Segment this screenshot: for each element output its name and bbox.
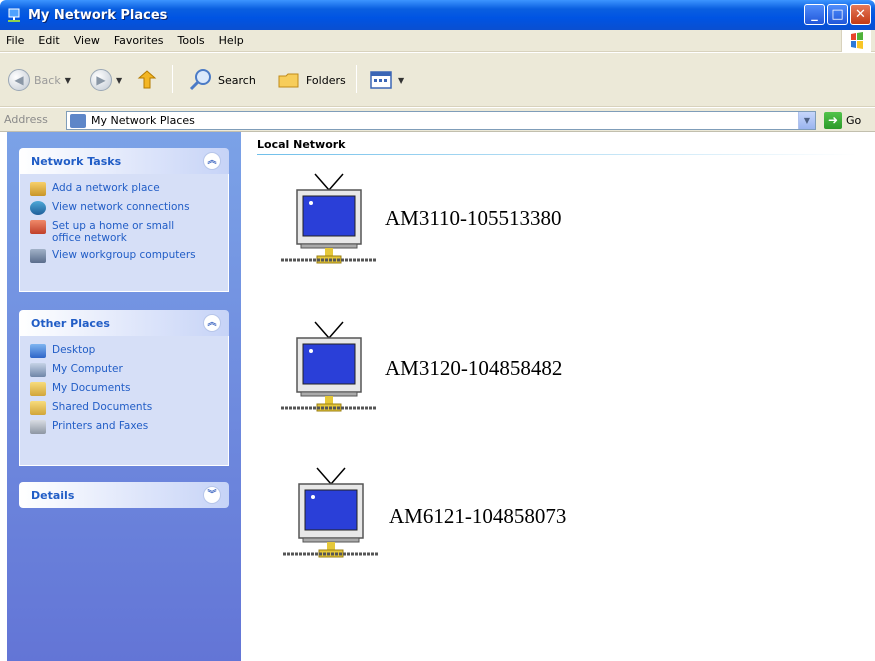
content-area: Local Network AM3110-105513380 AM3120-10…	[241, 132, 875, 661]
task-add-network-place[interactable]: Add a network place	[30, 182, 220, 196]
task-label[interactable]: View network connections	[52, 201, 190, 213]
minimize-icon[interactable]: _	[804, 4, 825, 25]
place-label[interactable]: Shared Documents	[52, 401, 152, 413]
window-title: My Network Places	[28, 7, 168, 23]
toolbar-separator	[356, 65, 357, 93]
back-button[interactable]: ◀ Back ▼	[8, 67, 71, 93]
chevron-down-icon[interactable]: ▼	[798, 112, 815, 129]
windows-logo-icon	[841, 30, 871, 52]
network-tasks-title: Network Tasks	[31, 154, 122, 168]
chevron-down-icon[interactable]: ▼	[116, 76, 122, 85]
folders-button[interactable]: Folders	[276, 67, 346, 93]
views-icon	[370, 71, 392, 89]
menu-bar: File Edit View Favorites Tools Help	[0, 30, 875, 52]
menu-file[interactable]: File	[6, 34, 24, 47]
task-label[interactable]: Add a network place	[52, 182, 160, 194]
details-header[interactable]: Details ︾	[19, 482, 229, 508]
place-printers-faxes[interactable]: Printers and Faxes	[30, 420, 220, 434]
details-box: Details ︾	[19, 482, 229, 508]
menu-view[interactable]: View	[74, 34, 100, 47]
folders-label: Folders	[306, 73, 346, 87]
desktop-icon	[30, 344, 46, 358]
folder-icon	[278, 73, 299, 88]
my-computer-icon	[30, 363, 46, 377]
place-label[interactable]: My Computer	[52, 363, 123, 375]
title-bar: My Network Places _ □ ✕	[0, 0, 875, 30]
device-label[interactable]: AM3110-105513380	[385, 206, 562, 231]
address-input[interactable]: My Network Places ▼	[66, 111, 816, 130]
toolbar-separator	[172, 65, 173, 93]
collapse-icon[interactable]: ︽	[203, 152, 221, 170]
task-label[interactable]: View workgroup computers	[52, 249, 196, 261]
network-device-item[interactable]: AM6121-104858073	[283, 466, 603, 566]
toolbar: ◀ Back ▼ ▶ ▼ Search Folders ▼	[0, 53, 875, 107]
place-label[interactable]: Desktop	[52, 344, 95, 356]
network-connections-icon	[30, 201, 46, 215]
task-view-network-connections[interactable]: View network connections	[30, 201, 220, 215]
network-tasks-header[interactable]: Network Tasks ︽	[19, 148, 229, 174]
search-button[interactable]: Search	[188, 67, 256, 93]
place-label[interactable]: Printers and Faxes	[52, 420, 148, 432]
network-places-icon	[70, 113, 86, 128]
maximize-icon[interactable]: □	[827, 4, 848, 25]
task-label[interactable]: Set up a home or small office network	[52, 220, 182, 244]
network-device-item[interactable]: AM3120-104858482	[281, 320, 601, 420]
expand-icon[interactable]: ︾	[203, 486, 221, 504]
group-divider	[257, 154, 857, 155]
network-device-item[interactable]: AM3110-105513380	[281, 172, 601, 272]
task-view-workgroup[interactable]: View workgroup computers	[30, 249, 220, 263]
other-places-header[interactable]: Other Places ︽	[19, 310, 229, 336]
chevron-down-icon[interactable]: ▼	[65, 76, 71, 85]
place-shared-documents[interactable]: Shared Documents	[30, 401, 220, 415]
forward-arrow-icon: ▶	[90, 69, 112, 91]
menu-favorites[interactable]: Favorites	[114, 34, 164, 47]
group-header: Local Network	[257, 138, 346, 151]
go-button[interactable]: ➜ Go	[824, 112, 861, 129]
device-label[interactable]: AM6121-104858073	[389, 504, 566, 529]
menu-help[interactable]: Help	[219, 34, 244, 47]
address-value: My Network Places	[91, 114, 195, 127]
network-device-icon	[283, 467, 379, 558]
up-folder-icon	[137, 70, 157, 89]
search-icon	[189, 69, 211, 91]
task-home-network[interactable]: Set up a home or small office network	[30, 220, 220, 244]
home-network-icon	[30, 220, 46, 234]
add-network-place-icon	[30, 182, 46, 196]
details-title: Details	[31, 488, 75, 502]
network-device-icon	[281, 321, 377, 412]
back-arrow-icon: ◀	[8, 69, 30, 91]
task-pane: Network Tasks ︽ Add a network place View…	[7, 132, 241, 661]
device-label[interactable]: AM3120-104858482	[385, 356, 562, 381]
other-places-box: Other Places ︽ Desktop My Computer My Do…	[19, 310, 229, 466]
close-icon[interactable]: ✕	[850, 4, 871, 25]
my-documents-icon	[30, 382, 46, 396]
forward-button[interactable]: ▶ ▼	[90, 67, 122, 93]
shared-folder-icon	[30, 401, 46, 415]
network-places-icon	[6, 7, 22, 23]
chevron-down-icon[interactable]: ▼	[398, 76, 404, 85]
network-device-icon	[281, 173, 377, 264]
collapse-icon[interactable]: ︽	[203, 314, 221, 332]
place-label[interactable]: My Documents	[52, 382, 130, 394]
place-desktop[interactable]: Desktop	[30, 344, 220, 358]
other-places-title: Other Places	[31, 316, 110, 330]
place-my-computer[interactable]: My Computer	[30, 363, 220, 377]
go-label: Go	[846, 114, 862, 127]
address-bar: Address My Network Places ▼ ➜ Go	[0, 108, 875, 132]
views-button[interactable]: ▼	[368, 67, 404, 93]
menu-edit[interactable]: Edit	[38, 34, 59, 47]
search-label: Search	[218, 73, 256, 87]
workgroup-icon	[30, 249, 46, 263]
network-tasks-box: Network Tasks ︽ Add a network place View…	[19, 148, 229, 292]
address-label: Address	[4, 113, 48, 126]
back-label: Back	[34, 73, 61, 87]
place-my-documents[interactable]: My Documents	[30, 382, 220, 396]
printer-icon	[30, 420, 46, 434]
up-folder-button[interactable]	[135, 67, 159, 93]
go-arrow-icon: ➜	[824, 112, 842, 129]
menu-tools[interactable]: Tools	[178, 34, 205, 47]
